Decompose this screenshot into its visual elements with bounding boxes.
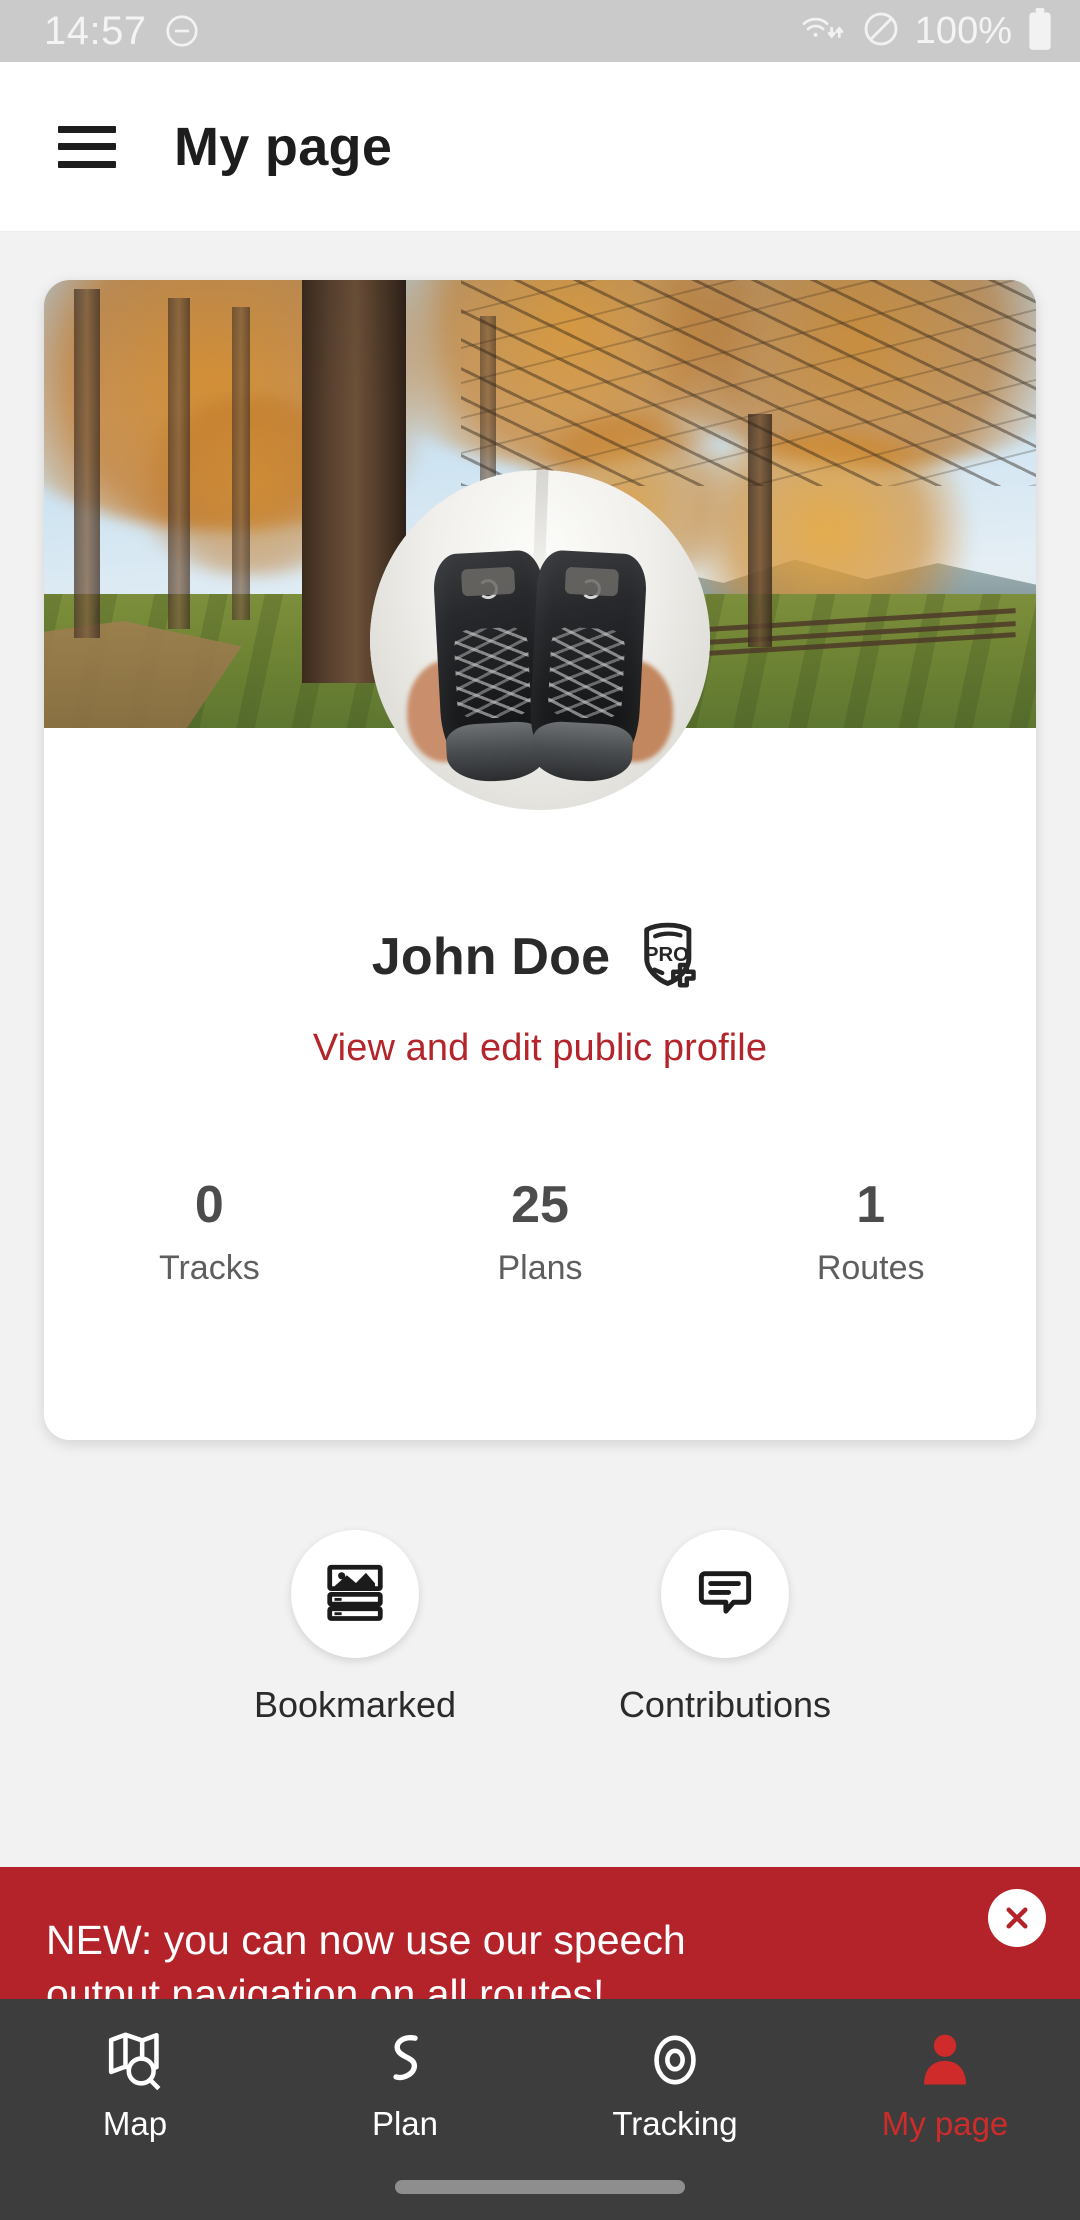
quick-action-label: Bookmarked bbox=[253, 1684, 457, 1725]
mute-circle-slash-icon bbox=[861, 9, 901, 54]
winding-path-icon bbox=[270, 2025, 540, 2095]
stat-label: Plans bbox=[497, 1248, 583, 1287]
quick-action-contributions[interactable]: Contributions bbox=[600, 1530, 850, 1726]
stat-value: 25 bbox=[511, 1176, 569, 1234]
profile-card-body: John Doe PRO View and edit public profil… bbox=[44, 728, 1036, 1440]
status-bar-clock: 14:57 bbox=[44, 8, 147, 53]
app-bar: My page bbox=[0, 62, 1080, 232]
app-root: 14:57 100% My page John Doe PRO View and… bbox=[0, 0, 1080, 2220]
map-search-icon bbox=[0, 2025, 270, 2095]
stat-label: Routes bbox=[816, 1248, 925, 1287]
stat-routes[interactable]: 1 Routes bbox=[705, 1178, 1036, 1288]
stat-tracks[interactable]: 0 Tracks bbox=[44, 1178, 375, 1288]
stat-value: 1 bbox=[856, 1176, 886, 1234]
quick-action-label: Contributions bbox=[618, 1684, 832, 1725]
stat-value: 0 bbox=[194, 1176, 224, 1234]
page-title: My page bbox=[174, 116, 393, 177]
person-icon bbox=[810, 2025, 1080, 2095]
profile-name-row: John Doe PRO bbox=[44, 916, 1036, 997]
do-not-disturb-icon bbox=[163, 12, 201, 50]
quick-action-bookmarked[interactable]: Bookmarked bbox=[230, 1530, 480, 1726]
nav-item-map[interactable]: Map bbox=[0, 2025, 270, 2220]
pro-plus-shield-icon: PRO bbox=[636, 916, 708, 997]
bookmarked-button[interactable] bbox=[291, 1530, 419, 1658]
nav-label: My page bbox=[881, 2105, 1009, 2142]
nav-label: Tracking bbox=[612, 2105, 738, 2142]
avatar[interactable] bbox=[370, 470, 710, 810]
close-icon[interactable] bbox=[988, 1889, 1046, 1947]
contributions-button[interactable] bbox=[661, 1530, 789, 1658]
nav-label: Map bbox=[102, 2105, 168, 2142]
profile-card: John Doe PRO View and edit public profil… bbox=[44, 280, 1036, 1440]
status-bar: 14:57 100% bbox=[0, 0, 1080, 62]
status-bar-indicators: 100% bbox=[801, 7, 1054, 56]
article-list-image-icon bbox=[324, 1561, 386, 1628]
stat-plans[interactable]: 25 Plans bbox=[375, 1178, 706, 1288]
hamburger-menu-icon[interactable] bbox=[58, 125, 116, 168]
view-edit-public-profile-link[interactable]: View and edit public profile bbox=[44, 1027, 1036, 1070]
battery-percent-label: 100% bbox=[914, 9, 1012, 52]
speech-bubble-lines-icon bbox=[696, 1563, 754, 1626]
bottom-navigation: Map Plan Tracking My page bbox=[0, 1999, 1080, 2220]
home-indicator[interactable] bbox=[395, 2180, 685, 2194]
target-circles-icon bbox=[540, 2025, 810, 2095]
profile-name: John Doe bbox=[371, 927, 611, 986]
nav-label: Plan bbox=[371, 2105, 439, 2142]
wifi-transfer-icon bbox=[801, 10, 847, 53]
quick-actions: Bookmarked Contributions bbox=[0, 1530, 1080, 1726]
battery-full-icon bbox=[1026, 7, 1054, 56]
stat-label: Tracks bbox=[158, 1248, 260, 1287]
nav-item-my-page[interactable]: My page bbox=[810, 2025, 1080, 2220]
profile-stats: 0 Tracks 25 Plans 1 Routes bbox=[44, 1178, 1036, 1288]
boot-right bbox=[527, 548, 648, 779]
